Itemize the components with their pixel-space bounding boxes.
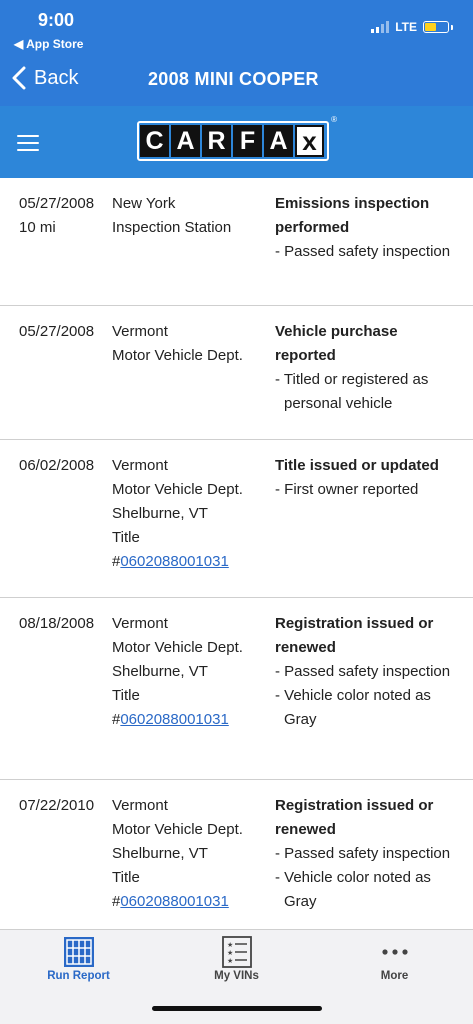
signal-icon (371, 21, 390, 33)
record-event: Vehicle purchase reported - Titled or re… (275, 320, 460, 416)
title-number-link[interactable]: 0602088001031 (120, 893, 228, 910)
back-to-app-store-link[interactable]: ◀ App Store (14, 37, 83, 51)
title-number-link[interactable]: 0602088001031 (120, 711, 228, 728)
more-icon (381, 949, 408, 955)
title-number-line: #0602088001031 (112, 550, 272, 574)
top-bar: 9:00 ◀ App Store LTE Back 2008 MINI COOP… (0, 0, 473, 106)
page-title: 2008 MINI COOPER (148, 69, 319, 89)
source-line: Vermont (112, 615, 168, 632)
tab-my-vins[interactable]: ★ ★ ★ My VINs (158, 930, 315, 1000)
carfax-logo: C A R F A x ® (137, 115, 337, 161)
record-event: Registration issued or renewed - Passed … (275, 794, 460, 914)
source-line: Vermont (112, 323, 168, 340)
event-detail: - Passed safety inspection (275, 663, 451, 680)
event-detail: - Passed safety inspection (275, 243, 451, 260)
source-line: Shelburne, VT (112, 663, 208, 680)
history-record: 05/27/2008 10 mi New York Inspection Sta… (0, 178, 473, 306)
source-line: Title (112, 869, 140, 886)
event-detail: - Passed safety inspection (275, 845, 451, 862)
event-detail: - Titled or registered as personal vehic… (275, 371, 429, 412)
event-title: Registration issued or renewed (275, 797, 434, 838)
record-source: Vermont Motor Vehicle Dept. Shelburne, V… (112, 612, 272, 732)
source-line: Shelburne, VT (112, 845, 208, 862)
svg-text:★: ★ (227, 957, 233, 965)
record-date-column: 05/27/2008 10 mi (19, 192, 94, 240)
event-detail: - First owner reported (275, 481, 419, 498)
home-indicator (152, 1006, 322, 1011)
record-date-column: 07/22/2010 (19, 794, 94, 818)
logo-frame (137, 121, 329, 161)
record-date-column: 06/02/2008 (19, 454, 94, 478)
source-line: Motor Vehicle Dept. (112, 821, 243, 838)
record-date: 08/18/2008 (19, 615, 95, 632)
registered-mark: ® (331, 115, 337, 124)
record-source: Vermont Motor Vehicle Dept. (112, 320, 272, 368)
record-date: 05/27/2008 (19, 195, 95, 212)
record-source: Vermont Motor Vehicle Dept. Shelburne, V… (112, 454, 272, 574)
status-time: 9:00 (38, 10, 75, 30)
source-line: Title (112, 529, 140, 546)
svg-text:★: ★ (227, 949, 233, 957)
record-source: Vermont Motor Vehicle Dept. Shelburne, V… (112, 794, 272, 914)
history-record: 06/02/2008 Vermont Motor Vehicle Dept. S… (0, 440, 473, 598)
source-line: Motor Vehicle Dept. (112, 639, 243, 656)
source-line: New York (112, 195, 176, 212)
history-record: 05/27/2008 Vermont Motor Vehicle Dept. V… (0, 306, 473, 440)
event-title: Emissions inspection performed (275, 195, 430, 236)
event-detail: - Vehicle color noted as Gray (275, 869, 431, 910)
tab-run-report[interactable]: Run Report (0, 930, 157, 1000)
record-event: Title issued or updated - First owner re… (275, 454, 460, 502)
source-line: Title (112, 687, 140, 704)
tab-label: More (380, 970, 409, 982)
source-line: Inspection Station (112, 219, 232, 236)
battery-icon (423, 21, 449, 33)
back-label: Back (34, 66, 79, 89)
back-button[interactable]: Back (12, 66, 78, 90)
source-line: Shelburne, VT (112, 505, 208, 522)
event-detail: - Vehicle color noted as Gray (275, 687, 431, 728)
record-date: 05/27/2008 (19, 323, 95, 340)
source-line: Motor Vehicle Dept. (112, 347, 243, 364)
record-date-column: 08/18/2008 (19, 612, 94, 636)
source-line: Motor Vehicle Dept. (112, 481, 243, 498)
record-date-column: 05/27/2008 (19, 320, 94, 344)
record-event: Emissions inspection performed - Passed … (275, 192, 460, 264)
tab-label: Run Report (47, 970, 110, 982)
event-title: Registration issued or renewed (275, 615, 434, 656)
event-title: Vehicle purchase reported (275, 323, 398, 364)
history-list[interactable]: 05/27/2008 10 mi New York Inspection Sta… (0, 178, 473, 929)
record-source: New York Inspection Station (112, 192, 272, 240)
title-number-link[interactable]: 0602088001031 (120, 553, 228, 570)
run-report-icon (63, 937, 94, 967)
event-title: Title issued or updated (275, 457, 439, 474)
tab-label: My VINs (214, 970, 259, 982)
source-line: Vermont (112, 457, 168, 474)
network-label: LTE (395, 20, 417, 34)
record-mileage: 10 mi (19, 219, 56, 236)
record-event: Registration issued or renewed - Passed … (275, 612, 460, 732)
brand-bar: C A R F A x ® (0, 106, 473, 178)
history-record: 07/22/2010 Vermont Motor Vehicle Dept. S… (0, 780, 473, 929)
tab-more[interactable]: More (316, 930, 473, 1000)
record-date: 07/22/2010 (19, 797, 95, 814)
history-record: 08/18/2008 Vermont Motor Vehicle Dept. S… (0, 598, 473, 780)
svg-text:★: ★ (227, 941, 233, 949)
source-line: Vermont (112, 797, 168, 814)
battery-cap (451, 24, 453, 30)
status-indicators: LTE (371, 20, 453, 34)
title-number-line: #0602088001031 (112, 708, 272, 732)
chevron-left-icon (12, 66, 26, 90)
my-vins-icon: ★ ★ ★ (221, 936, 252, 968)
hamburger-menu-icon[interactable] (17, 135, 39, 151)
title-number-line: #0602088001031 (112, 890, 272, 914)
record-date: 06/02/2008 (19, 457, 95, 474)
